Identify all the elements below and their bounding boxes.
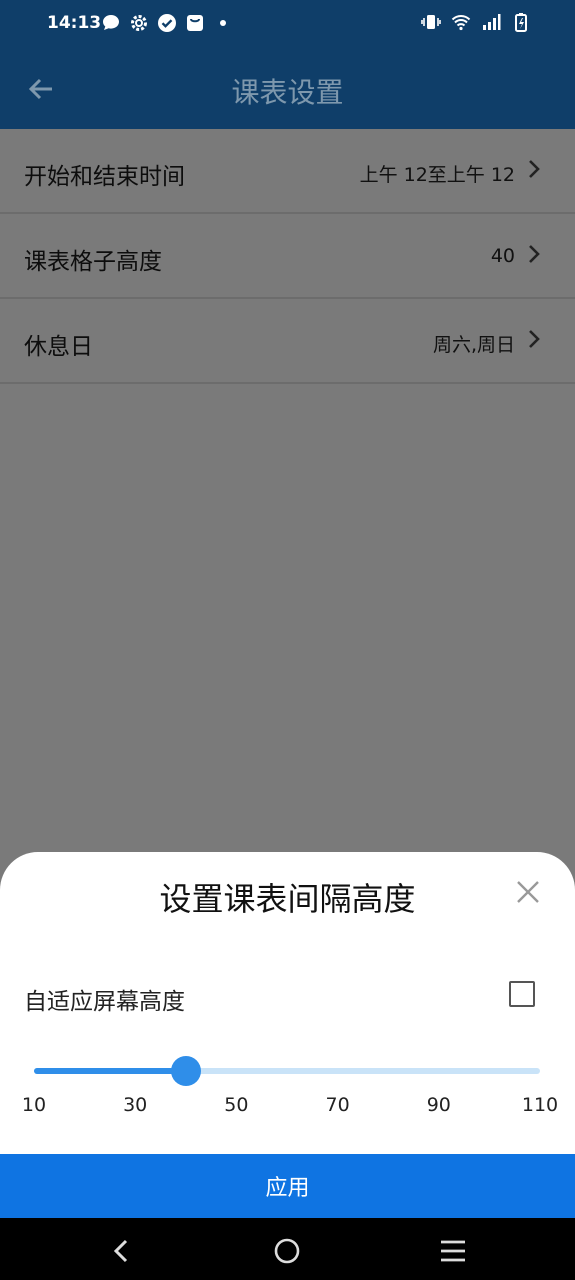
setting-label: 课表格子高度 [24,249,162,275]
chevron-right-icon [529,160,540,178]
sheet-title: 设置课表间隔高度 [159,880,416,918]
notification-icons [101,13,233,33]
settings-list: 开始和结束时间 上午 12至上午 12 课表格子高度 40 休息日 周六,周日 [0,129,575,384]
chevron-right-icon [529,245,540,263]
vibrate-icon [421,12,441,32]
status-time: 14:13 [47,13,102,33]
setting-value: 周六,周日 [432,334,515,356]
nav-recents-icon [441,1240,465,1262]
setting-row-rest-days[interactable]: 休息日 周六,周日 [0,299,575,384]
slider-tick-label: 10 [21,1094,47,1116]
slider-thumb[interactable] [170,1056,201,1086]
nav-recents-button[interactable] [436,1234,470,1268]
auto-fit-checkbox[interactable] [509,981,535,1007]
slider-tick-label: 110 [521,1094,559,1116]
nav-home-icon [274,1238,300,1264]
slider-tick-label: 90 [426,1094,451,1116]
interval-height-sheet: 设置课表间隔高度 自适应屏幕高度 10 30 50 70 90 110 应用 [0,852,575,1218]
apply-button[interactable]: 应用 [0,1154,575,1218]
close-icon[interactable] [512,876,544,908]
status-bar: 14:13 [0,0,575,48]
slider-tick-label: 70 [325,1094,350,1116]
nav-home-button[interactable] [270,1234,304,1268]
interval-height-slider[interactable] [34,1056,540,1086]
setting-label: 休息日 [24,334,93,360]
system-status-icons [421,12,531,32]
setting-row-cell-height[interactable]: 课表格子高度 40 [0,214,575,299]
bag-icon [185,13,205,33]
slider-tick-label: 30 [123,1094,148,1116]
wifi-icon [451,12,471,32]
signal-icon [481,12,501,32]
slider-tick-label: 50 [224,1094,249,1116]
gear-icon [129,13,149,33]
slider-fill [34,1068,186,1074]
check-circle-icon [157,13,177,33]
battery-charging-icon [511,12,531,32]
nav-back-button[interactable] [104,1234,138,1268]
page-title: 课表设置 [231,76,344,109]
slider-tick-labels: 10 30 50 70 90 110 [0,1094,575,1124]
chevron-right-icon [529,330,540,348]
setting-label: 开始和结束时间 [24,164,185,190]
nav-back-icon [113,1239,128,1263]
setting-value: 40 [490,245,515,267]
auto-fit-label: 自适应屏幕高度 [24,989,185,1015]
app-bar: 课表设置 [0,48,575,129]
chat-bubble-icon [101,13,121,33]
setting-row-time-range[interactable]: 开始和结束时间 上午 12至上午 12 [0,129,575,214]
navigation-bar [0,1218,575,1280]
dot-icon [213,13,233,33]
setting-value: 上午 12至上午 12 [359,164,515,186]
